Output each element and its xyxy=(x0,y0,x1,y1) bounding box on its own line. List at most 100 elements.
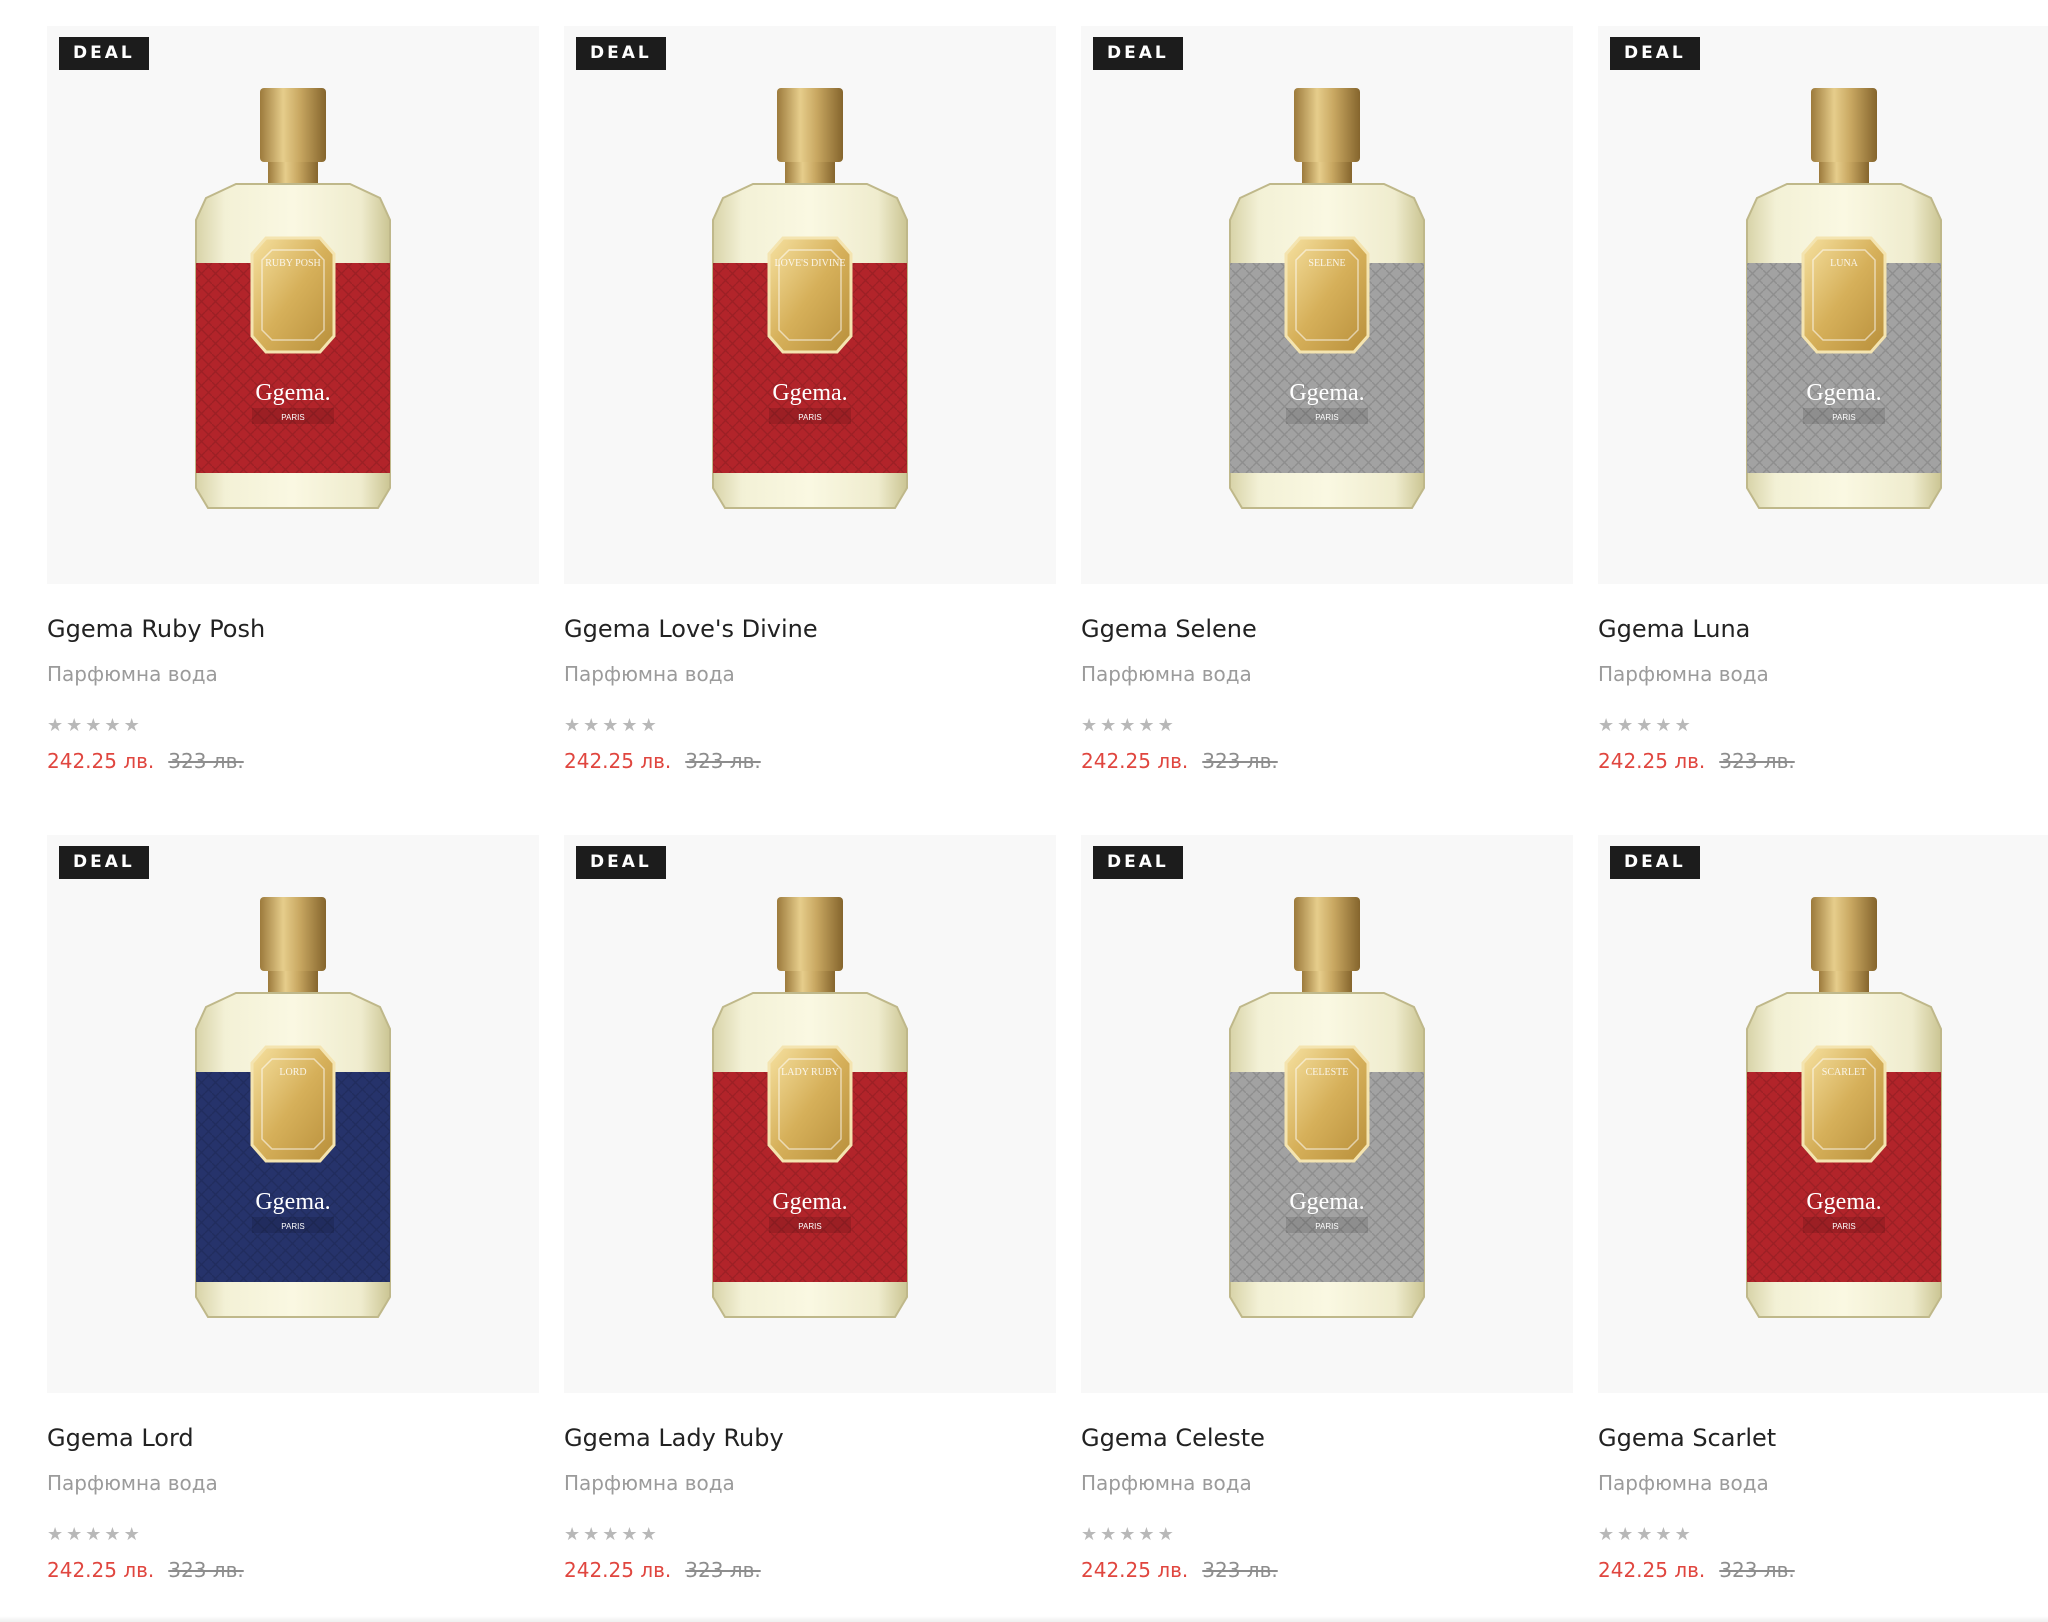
star-icon: ★ xyxy=(1655,1524,1672,1544)
product-card[interactable]: DEAL RUBY POSH Ggema. PARIS Ggema Ruby P… xyxy=(47,26,539,790)
star-icon: ★ xyxy=(1081,1524,1098,1544)
original-price: 323 лв. xyxy=(168,749,244,773)
sale-price: 242.25 лв. xyxy=(1081,1558,1189,1582)
star-icon: ★ xyxy=(564,715,581,735)
star-icon: ★ xyxy=(1617,715,1634,735)
product-title[interactable]: Ggema Ruby Posh xyxy=(47,614,539,644)
svg-text:Ggema.: Ggema. xyxy=(772,1189,847,1215)
original-price: 323 лв. xyxy=(1719,749,1795,773)
sale-price: 242.25 лв. xyxy=(564,1558,672,1582)
svg-text:PARIS: PARIS xyxy=(1832,413,1855,422)
product-title[interactable]: Ggema Luna xyxy=(1598,614,2048,644)
product-card[interactable]: DEAL CELESTE Ggema. PARIS Ggema Celeste … xyxy=(1081,835,1573,1599)
sale-price: 242.25 лв. xyxy=(47,1558,155,1582)
star-icon: ★ xyxy=(1119,1524,1136,1544)
price-block: 242.25 лв. 323 лв. xyxy=(1598,748,2048,774)
star-icon: ★ xyxy=(104,715,121,735)
perfume-bottle-image: LADY RUBY Ggema. PARIS xyxy=(701,897,919,1321)
star-icon: ★ xyxy=(1157,1524,1174,1544)
sale-price: 242.25 лв. xyxy=(47,749,155,773)
perfume-bottle-image: LUNA Ggema. PARIS xyxy=(1735,88,1953,512)
svg-text:PARIS: PARIS xyxy=(798,413,821,422)
star-icon: ★ xyxy=(85,715,102,735)
svg-text:PARIS: PARIS xyxy=(281,1222,304,1231)
product-image-area[interactable]: DEAL SCARLET Ggema. PARIS xyxy=(1598,835,2048,1393)
star-icon: ★ xyxy=(640,1524,657,1544)
product-title[interactable]: Ggema Selene xyxy=(1081,614,1573,644)
product-title[interactable]: Ggema Lady Ruby xyxy=(564,1423,1056,1453)
product-title[interactable]: Ggema Celeste xyxy=(1081,1423,1573,1453)
rating-stars: ★ ★ ★ ★ ★ xyxy=(1081,1524,1573,1544)
svg-text:Ggema.: Ggema. xyxy=(1806,380,1881,406)
product-card[interactable]: DEAL LADY RUBY Ggema. PARIS Ggema Lady R… xyxy=(564,835,1056,1599)
star-icon: ★ xyxy=(123,1524,140,1544)
product-subtitle: Парфюмна вода xyxy=(1081,662,1252,686)
sale-price: 242.25 лв. xyxy=(1598,1558,1706,1582)
svg-text:CELESTE: CELESTE xyxy=(1306,1067,1349,1078)
product-image-area[interactable]: DEAL LADY RUBY Ggema. PARIS xyxy=(564,835,1056,1393)
svg-text:Ggema.: Ggema. xyxy=(1806,1189,1881,1215)
perfume-bottle-image: SELENE Ggema. PARIS xyxy=(1218,88,1436,512)
star-icon: ★ xyxy=(621,715,638,735)
svg-text:LOVE'S DIVINE: LOVE'S DIVINE xyxy=(775,258,846,269)
product-image-area[interactable]: DEAL RUBY POSH Ggema. PARIS xyxy=(47,26,539,584)
svg-text:SELENE: SELENE xyxy=(1308,258,1345,269)
svg-text:PARIS: PARIS xyxy=(1315,1222,1338,1231)
svg-text:LORD: LORD xyxy=(279,1067,306,1078)
price-block: 242.25 лв. 323 лв. xyxy=(1081,1557,1573,1583)
sale-price: 242.25 лв. xyxy=(1081,749,1189,773)
product-image-area[interactable]: DEAL SELENE Ggema. PARIS xyxy=(1081,26,1573,584)
rating-stars: ★ ★ ★ ★ ★ xyxy=(564,715,1056,735)
price-block: 242.25 лв. 323 лв. xyxy=(564,1557,1056,1583)
product-card[interactable]: DEAL LORD Ggema. PARIS Ggema Lord Парфюм… xyxy=(47,835,539,1599)
product-title[interactable]: Ggema Scarlet xyxy=(1598,1423,2048,1453)
star-icon: ★ xyxy=(47,1524,64,1544)
original-price: 323 лв. xyxy=(685,749,761,773)
rating-stars: ★ ★ ★ ★ ★ xyxy=(47,715,539,735)
product-card[interactable]: DEAL LUNA Ggema. PARIS Ggema Luna Парфюм… xyxy=(1598,26,2048,790)
star-icon: ★ xyxy=(1081,715,1098,735)
product-title[interactable]: Ggema Love's Divine xyxy=(564,614,1056,644)
deal-badge: DEAL xyxy=(1610,37,1700,70)
svg-text:Ggema.: Ggema. xyxy=(255,380,330,406)
original-price: 323 лв. xyxy=(1202,1558,1278,1582)
star-icon: ★ xyxy=(85,1524,102,1544)
deal-badge: DEAL xyxy=(576,37,666,70)
svg-text:LADY RUBY: LADY RUBY xyxy=(781,1067,839,1078)
svg-text:SCARLET: SCARLET xyxy=(1822,1067,1866,1078)
product-card[interactable]: DEAL SELENE Ggema. PARIS Ggema Selene Па… xyxy=(1081,26,1573,790)
star-icon: ★ xyxy=(1138,1524,1155,1544)
star-icon: ★ xyxy=(1138,715,1155,735)
product-image-area[interactable]: DEAL CELESTE Ggema. PARIS xyxy=(1081,835,1573,1393)
perfume-bottle-image: RUBY POSH Ggema. PARIS xyxy=(184,88,402,512)
star-icon: ★ xyxy=(123,715,140,735)
deal-badge: DEAL xyxy=(576,846,666,879)
product-subtitle: Парфюмна вода xyxy=(47,1471,218,1495)
product-image-area[interactable]: DEAL LORD Ggema. PARIS xyxy=(47,835,539,1393)
original-price: 323 лв. xyxy=(685,1558,761,1582)
star-icon: ★ xyxy=(66,1524,83,1544)
rating-stars: ★ ★ ★ ★ ★ xyxy=(1081,715,1573,735)
star-icon: ★ xyxy=(564,1524,581,1544)
rating-stars: ★ ★ ★ ★ ★ xyxy=(564,1524,1056,1544)
star-icon: ★ xyxy=(1636,715,1653,735)
product-image-area[interactable]: DEAL LOVE'S DIVINE Ggema. PARIS xyxy=(564,26,1056,584)
svg-text:Ggema.: Ggema. xyxy=(1289,1189,1364,1215)
price-block: 242.25 лв. 323 лв. xyxy=(47,748,539,774)
star-icon: ★ xyxy=(583,1524,600,1544)
product-card[interactable]: DEAL SCARLET Ggema. PARIS Ggema Scarlet … xyxy=(1598,835,2048,1599)
star-icon: ★ xyxy=(602,1524,619,1544)
original-price: 323 лв. xyxy=(168,1558,244,1582)
star-icon: ★ xyxy=(1598,715,1615,735)
product-title[interactable]: Ggema Lord xyxy=(47,1423,539,1453)
product-subtitle: Парфюмна вода xyxy=(1598,662,1769,686)
star-icon: ★ xyxy=(1674,1524,1691,1544)
star-icon: ★ xyxy=(1636,1524,1653,1544)
product-subtitle: Парфюмна вода xyxy=(1081,1471,1252,1495)
star-icon: ★ xyxy=(1617,1524,1634,1544)
product-image-area[interactable]: DEAL LUNA Ggema. PARIS xyxy=(1598,26,2048,584)
star-icon: ★ xyxy=(104,1524,121,1544)
page-bottom-edge xyxy=(0,1616,2048,1622)
product-card[interactable]: DEAL LOVE'S DIVINE Ggema. PARIS Ggema Lo… xyxy=(564,26,1056,790)
star-icon: ★ xyxy=(1655,715,1672,735)
